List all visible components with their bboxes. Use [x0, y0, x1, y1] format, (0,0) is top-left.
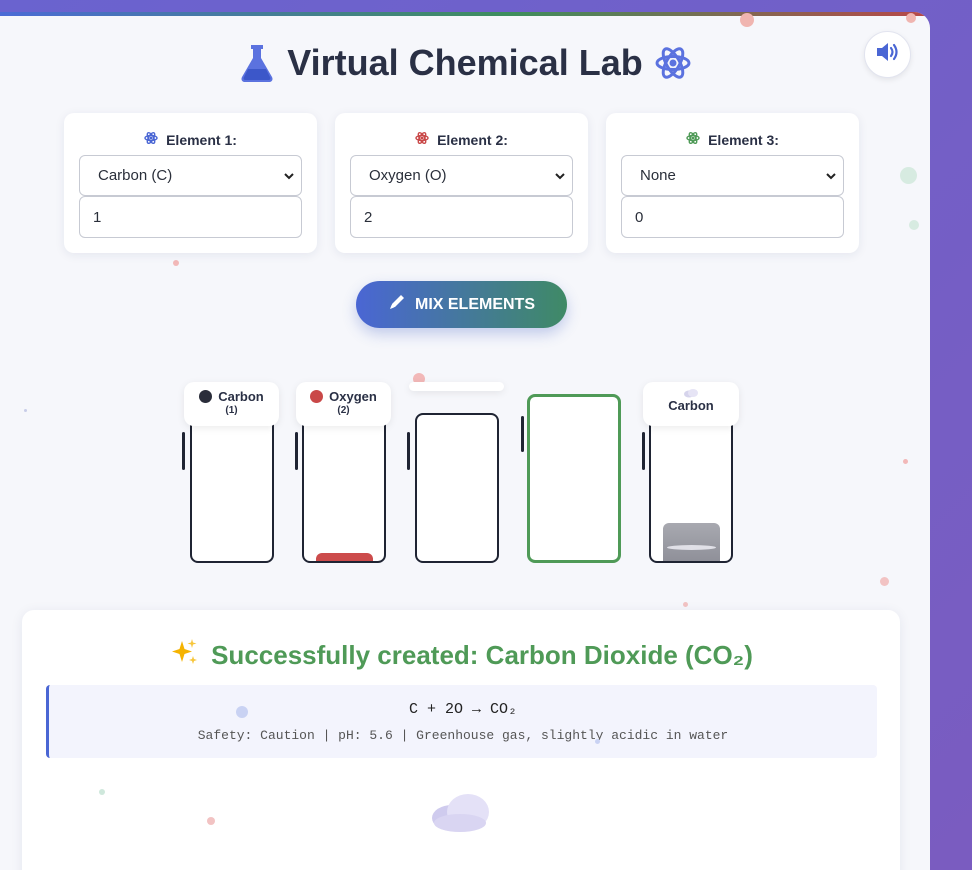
- sound-toggle-button[interactable]: [864, 31, 911, 78]
- beaker-label-oxygen: Oxygen (2): [296, 382, 391, 426]
- element-card-2: Element 2: Oxygen (O) 2: [335, 113, 588, 253]
- element-color-dot: [310, 390, 324, 403]
- beaker-result[interactable]: [649, 412, 733, 563]
- particle: [906, 13, 916, 23]
- chevron-down-icon: [554, 169, 566, 186]
- beaker-carbon[interactable]: [190, 412, 274, 563]
- particle: [207, 817, 215, 825]
- title-text: Virtual Chemical Lab: [287, 42, 643, 83]
- pencil-icon: [388, 293, 406, 316]
- element-2-quantity-input[interactable]: 2: [350, 196, 573, 238]
- element-1-quantity-input[interactable]: 1: [79, 196, 302, 238]
- element-1-label: Element 1:: [64, 131, 317, 148]
- beaker-label-result: Carbon: [643, 382, 739, 426]
- element-3-label: Element 3:: [606, 131, 859, 148]
- result-title: Successfully created: Carbon Dioxide (CO…: [22, 637, 900, 674]
- particle: [236, 706, 248, 718]
- atom-icon: [144, 131, 158, 148]
- top-accent-bar: [0, 12, 930, 16]
- particle: [740, 13, 754, 27]
- beaker-spout: [521, 416, 524, 452]
- element-card-3: Element 3: None 0: [606, 113, 859, 253]
- page-title: Virtual Chemical Lab: [0, 42, 930, 84]
- particle: [909, 220, 919, 230]
- particle: [173, 260, 179, 266]
- chemical-equation: C + 2O → CO₂: [408, 701, 518, 718]
- lab-card: Virtual Chemical Lab Element 1: Carbon (…: [0, 12, 930, 870]
- element-2-select[interactable]: Oxygen (O): [350, 155, 573, 196]
- beaker-oxygen[interactable]: [302, 412, 386, 563]
- cloud-icon: [643, 388, 739, 398]
- beaker-empty[interactable]: [415, 413, 499, 563]
- mix-elements-button[interactable]: MIX ELEMENTS: [356, 281, 567, 328]
- particle: [683, 602, 688, 607]
- flask-icon: [239, 43, 275, 83]
- beaker-spout: [182, 432, 185, 470]
- element-3-quantity-input[interactable]: 0: [621, 196, 844, 238]
- beaker-label-carbon: Carbon (1): [184, 382, 279, 426]
- equation-box: C + 2O → CO₂ Safety: Caution | pH: 5.6 |…: [46, 685, 877, 758]
- beaker-spout: [642, 432, 645, 470]
- volume-icon: [875, 41, 901, 68]
- particle: [900, 167, 917, 184]
- result-gas: [663, 523, 720, 561]
- particle: [24, 409, 27, 412]
- element-color-dot: [199, 390, 213, 403]
- beaker-label-empty: [409, 382, 504, 391]
- element-1-select[interactable]: Carbon (C): [79, 155, 302, 196]
- safety-info: Safety: Caution | pH: 5.6 | Greenhouse g…: [197, 728, 729, 743]
- mixing-beaker[interactable]: [527, 394, 621, 563]
- atom-icon: [415, 131, 429, 148]
- chevron-down-icon: [825, 169, 837, 186]
- atom-icon: [655, 44, 691, 82]
- element-3-select[interactable]: None: [621, 155, 844, 196]
- particle: [99, 789, 105, 795]
- atom-icon: [686, 131, 700, 148]
- element-2-label: Element 2:: [335, 131, 588, 148]
- element-card-1: Element 1: Carbon (C) 1: [64, 113, 317, 253]
- beaker-spout: [295, 432, 298, 470]
- particle: [595, 739, 600, 744]
- particle: [903, 459, 908, 464]
- oxygen-liquid: [316, 553, 373, 561]
- sparkles-icon: [169, 637, 199, 674]
- result-panel: Successfully created: Carbon Dioxide (CO…: [22, 610, 900, 870]
- beaker-spout: [407, 432, 410, 470]
- chevron-down-icon: [283, 169, 295, 186]
- particle: [880, 577, 889, 586]
- cloud-icon: [430, 790, 492, 839]
